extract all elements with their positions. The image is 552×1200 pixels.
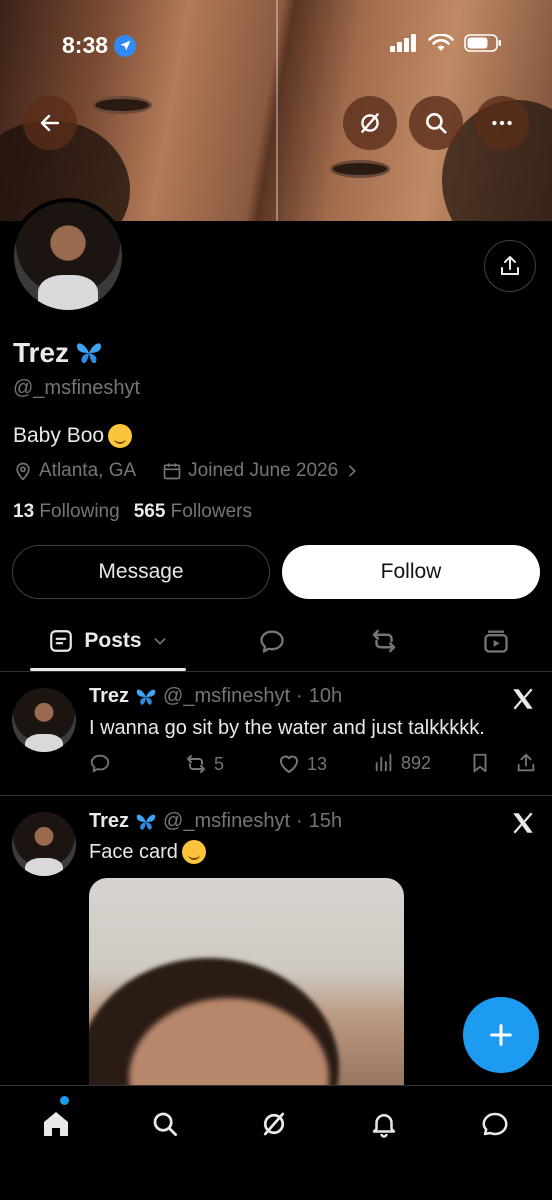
search-button[interactable] <box>409 96 463 150</box>
profile-meta: Atlanta, GA Joined June 2026 <box>13 460 360 482</box>
home-icon <box>44 1112 68 1136</box>
back-arrow-icon <box>40 114 60 132</box>
tab-reposts[interactable] <box>362 615 406 667</box>
status-time: 8:38 <box>62 32 137 59</box>
following-link[interactable]: 13 Following <box>13 501 120 523</box>
nav-search[interactable] <box>145 1104 185 1144</box>
nav-home[interactable] <box>36 1104 76 1144</box>
tab-media[interactable] <box>474 615 518 667</box>
tab-posts[interactable]: Posts <box>30 615 186 667</box>
messages-icon <box>482 1112 508 1136</box>
more-button[interactable] <box>475 96 529 150</box>
compose-button[interactable] <box>463 997 539 1073</box>
media-icon <box>484 630 508 653</box>
search-icon <box>153 1112 177 1136</box>
reply-button[interactable] <box>89 752 111 774</box>
replies-icon <box>260 630 284 653</box>
nav-grok[interactable] <box>254 1104 294 1144</box>
profile-avatar[interactable] <box>10 198 126 314</box>
back-button[interactable] <box>23 96 77 150</box>
profile-handle: @_msfineshyt <box>13 377 141 399</box>
reposts-icon <box>372 629 396 653</box>
post-avatar[interactable] <box>12 812 76 876</box>
reply-icon <box>90 754 110 773</box>
x-logo-icon <box>513 688 533 710</box>
butterfly-icon <box>77 343 102 364</box>
posts-icon <box>50 630 73 652</box>
follow-button[interactable]: Follow <box>282 545 540 599</box>
nav-messages[interactable] <box>475 1104 515 1144</box>
butterfly-icon <box>136 689 156 705</box>
butterfly-icon <box>136 814 156 830</box>
wifi-icon <box>428 34 454 51</box>
profile-joined[interactable]: Joined June 2026 <box>188 460 338 482</box>
x-logo-icon <box>513 812 533 834</box>
bookmark-button[interactable] <box>469 752 491 774</box>
views-button[interactable]: 892 <box>373 752 431 774</box>
status-bar: 8:38 <box>0 0 552 92</box>
bottom-nav <box>0 1085 552 1200</box>
grok-icon <box>361 113 379 133</box>
followers-link[interactable]: 565 Followers <box>134 501 252 523</box>
kissing-emoji-icon <box>181 840 206 864</box>
compose-plus-icon <box>490 1024 512 1046</box>
bookmark-icon <box>473 753 487 773</box>
calendar-icon <box>163 463 181 480</box>
post-header: Trez @_msfineshyt · 10h <box>89 685 343 707</box>
upload-icon <box>517 753 535 772</box>
post-item[interactable]: Trez @_msfineshyt · 10h I wanna go sit by … <box>0 672 552 794</box>
message-button[interactable]: Message <box>12 545 270 599</box>
nav-notifications[interactable] <box>364 1104 404 1144</box>
grok-button[interactable] <box>343 96 397 150</box>
profile-tabs: Posts <box>0 615 552 671</box>
share-post-button[interactable] <box>515 752 537 774</box>
location-arrow-icon <box>114 34 137 57</box>
post-media-image[interactable] <box>89 878 404 1108</box>
post-text: I wanna go sit by the water and just tal… <box>89 717 485 739</box>
profile-location: Atlanta, GA <box>39 460 137 481</box>
post-header: Trez @_msfineshyt · 15h <box>89 810 343 832</box>
search-icon <box>426 113 447 134</box>
like-icon <box>280 755 298 773</box>
signal-icon <box>390 34 416 52</box>
profile-bio: Baby Boo <box>13 424 133 448</box>
more-icon <box>492 120 512 126</box>
tab-replies[interactable] <box>250 615 294 667</box>
relieved-emoji-icon <box>108 424 133 448</box>
location-icon <box>16 462 30 481</box>
battery-icon <box>464 34 501 52</box>
like-button[interactable]: 13 <box>277 752 327 776</box>
chevron-right-icon[interactable] <box>344 463 360 479</box>
notifications-icon <box>372 1114 396 1138</box>
grok-icon <box>263 1112 285 1136</box>
post-actions: 5 13 892 <box>89 752 539 782</box>
views-icon <box>375 753 392 772</box>
status-indicators <box>390 34 502 52</box>
share-icon <box>501 256 519 275</box>
post-avatar[interactable] <box>12 688 76 752</box>
repost-icon <box>187 755 205 773</box>
home-notification-dot <box>60 1096 69 1105</box>
repost-button[interactable]: 5 <box>184 752 224 776</box>
chevron-down-icon <box>154 638 166 645</box>
post-text: Face card <box>89 840 206 864</box>
follow-stats: 13 Following 565 Followers <box>13 501 252 523</box>
display-name: Trez <box>13 337 103 369</box>
share-profile-button[interactable] <box>484 240 536 292</box>
